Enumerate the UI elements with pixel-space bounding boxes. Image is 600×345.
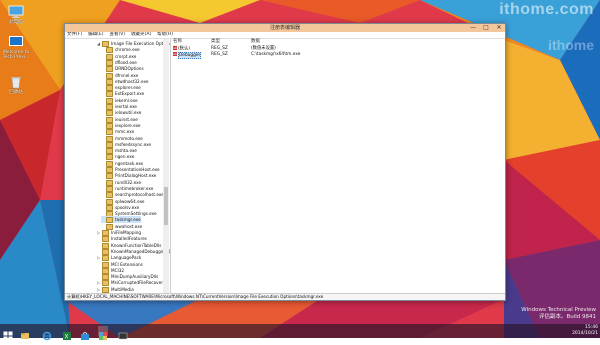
- tree-item-label: wwahost.exe: [115, 223, 143, 229]
- close-button[interactable]: ✕: [493, 24, 505, 32]
- tree-item-label: ExtExport.exe: [115, 91, 145, 97]
- internet-explorer-icon[interactable]: [42, 326, 52, 341]
- build-watermark-line1: Windows Technical Preview: [521, 307, 596, 313]
- desktop-icon-this-pc[interactable]: 此电脑: [2, 4, 30, 25]
- system-tray-clock[interactable]: 15:46 2014/10/21: [572, 325, 598, 337]
- file-explorer-icon[interactable]: [20, 326, 30, 339]
- string-value-icon: ab: [173, 52, 177, 56]
- value-type: REG_SZ: [211, 52, 228, 57]
- column-header-name[interactable]: 名称: [173, 39, 182, 45]
- tree-item-label: ielowutil.exe: [115, 110, 142, 116]
- tree-item-label: ngentask.exe: [115, 160, 144, 166]
- desktop-icon-label: 此电脑: [9, 20, 23, 25]
- tree-item-label: ngen.exe: [115, 154, 135, 160]
- string-value-icon: ab: [173, 46, 177, 50]
- build-watermark: Windows Technical Preview 评估副本。Build 984…: [521, 307, 596, 321]
- window-title: 注册表编辑器: [269, 25, 300, 31]
- tree-item-label: MsiCorruptedFileRecovery: [111, 280, 166, 286]
- tree-item-label: PresentationHost.exe: [115, 167, 160, 172]
- computer-icon: [8, 4, 24, 18]
- excel-icon[interactable]: X: [62, 326, 72, 341]
- build-watermark-line2: 评估副本。Build 9841: [538, 314, 596, 320]
- tree-scrollbar[interactable]: [163, 39, 169, 294]
- tree-item-label: dflood.exe: [115, 59, 137, 65]
- registry-editor-window: 注册表编辑器 — □ ✕ 文件(F) 编辑(E) 查看(V) 收藏夹(A) 帮助…: [64, 23, 506, 301]
- store-icon[interactable]: [80, 326, 90, 340]
- tree-item-label: splwow64.exe: [115, 198, 145, 204]
- desktop-icon-welcome[interactable]: Welcome to Tech Previ...: [2, 34, 30, 60]
- menu-favorites[interactable]: 收藏夹(A): [131, 32, 151, 38]
- tree-item-label: searchprotocolhost.exe: [115, 192, 164, 198]
- tree-item-label: iexrtal.exe: [115, 104, 137, 109]
- tree-item-label: explorer.exe: [115, 85, 141, 91]
- tree-item-label: KnownFunctionTableDlls: [111, 242, 162, 248]
- title-bar[interactable]: 注册表编辑器 — □ ✕: [65, 24, 505, 32]
- taskbar: X 15:46 2014/10/21: [0, 324, 600, 341]
- tree-item-label: msfeedssync.exe: [115, 141, 152, 147]
- tree-item-label: crorpt.exe: [115, 53, 137, 59]
- column-header-data[interactable]: 数据: [251, 39, 260, 45]
- tree-item-label: SystemSettings.exe: [115, 211, 157, 217]
- tree-item-label: MiniDumpAuxiliaryDlls: [111, 274, 159, 280]
- column-header-type[interactable]: 类型: [211, 39, 220, 45]
- value-name: (默认): [178, 46, 190, 52]
- menu-view[interactable]: 查看(V): [109, 32, 125, 38]
- tree-item-label: taskmgr.exe: [115, 217, 141, 223]
- minimize-button[interactable]: —: [467, 24, 479, 32]
- tree-item-label: LanguagePack: [111, 255, 142, 261]
- tree-item-label: etwdhost32.exe: [115, 78, 149, 84]
- value-data: C:\taskmgr\x64\tm.exe: [251, 52, 301, 57]
- desktop-icon-label: Welcome to Tech Previ...: [2, 50, 30, 60]
- tree-item-label: mshta.exe: [115, 148, 137, 154]
- clock-date: 2014/10/21: [572, 331, 598, 336]
- maximize-button[interactable]: □: [480, 24, 492, 32]
- tree-item-label: iexplore.exe: [115, 122, 141, 128]
- tree-item-label: mmc.exe: [115, 129, 135, 135]
- tree-item-label: iekeml.exe: [115, 97, 138, 103]
- value-name: Debugger: [178, 51, 202, 59]
- tree-item-label: ieuinst.exe: [115, 116, 138, 122]
- registry-key-tree: ◢ Image File Execution Options chrome.exe c…: [65, 39, 171, 294]
- menu-file[interactable]: 文件(F): [67, 32, 82, 38]
- scrollbar-thumb[interactable]: [164, 187, 168, 225]
- site-watermark: ithome.com: [499, 1, 594, 18]
- recycle-bin-icon: [8, 74, 24, 89]
- menu-bar: 文件(F) 编辑(E) 查看(V) 收藏夹(A) 帮助(H): [65, 32, 505, 39]
- tree-item-label: rundll32.exe: [115, 179, 142, 185]
- tree-item-label: KnownManagedDebuggingDlls: [111, 248, 171, 254]
- menu-help[interactable]: 帮助(H): [157, 32, 173, 38]
- tree-item-label: chrome.exe: [115, 47, 140, 53]
- registry-values-pane: 名称 类型 数据 ab(默认) REG_SZ (数值未设置) ab Debugge…: [171, 39, 505, 294]
- tree-item-label: DRNDOptions: [115, 66, 144, 72]
- tree-item-label: runtimebroker.exe: [115, 185, 154, 191]
- tree-item-label: mmmoto.exe: [115, 135, 143, 141]
- tree-item-label: MultiMedia: [111, 286, 134, 292]
- tree-item-label: spoolsv.exe: [115, 204, 140, 210]
- desktop-icon-recycle-bin[interactable]: 回收站: [2, 74, 30, 95]
- start-icon[interactable]: [3, 326, 13, 341]
- site-watermark-secondary: ithome: [548, 37, 594, 53]
- menu-edit[interactable]: 编辑(E): [88, 32, 103, 38]
- value-row-selected[interactable]: ab Debugger: [173, 51, 202, 59]
- tree-item-label: Image File Execution Options: [111, 41, 171, 46]
- desktop-icon-label: 回收站: [9, 90, 23, 95]
- tree-item[interactable]: ▷ MultiMedia: [97, 286, 134, 293]
- tree-item-label: MCI Extensions: [111, 261, 143, 267]
- registry-editor-icon[interactable]: [98, 326, 108, 340]
- tree-item-label: InstalledFeatures: [111, 236, 147, 242]
- tree-item-label: IniFileMapping: [111, 230, 142, 235]
- folder-icon: [102, 286, 109, 293]
- tree-item-label: PrintDialogHost.exe: [115, 173, 157, 179]
- welcome-icon: [8, 34, 24, 48]
- tree-item-label: dfrsnel.exe: [115, 72, 139, 78]
- tree-item-label: MCI32: [111, 267, 125, 273]
- status-bar-path: 计算机\HKEY_LOCAL_MACHINE\SOFTWARE\Microsof…: [65, 293, 505, 300]
- terminal-icon[interactable]: [118, 326, 128, 340]
